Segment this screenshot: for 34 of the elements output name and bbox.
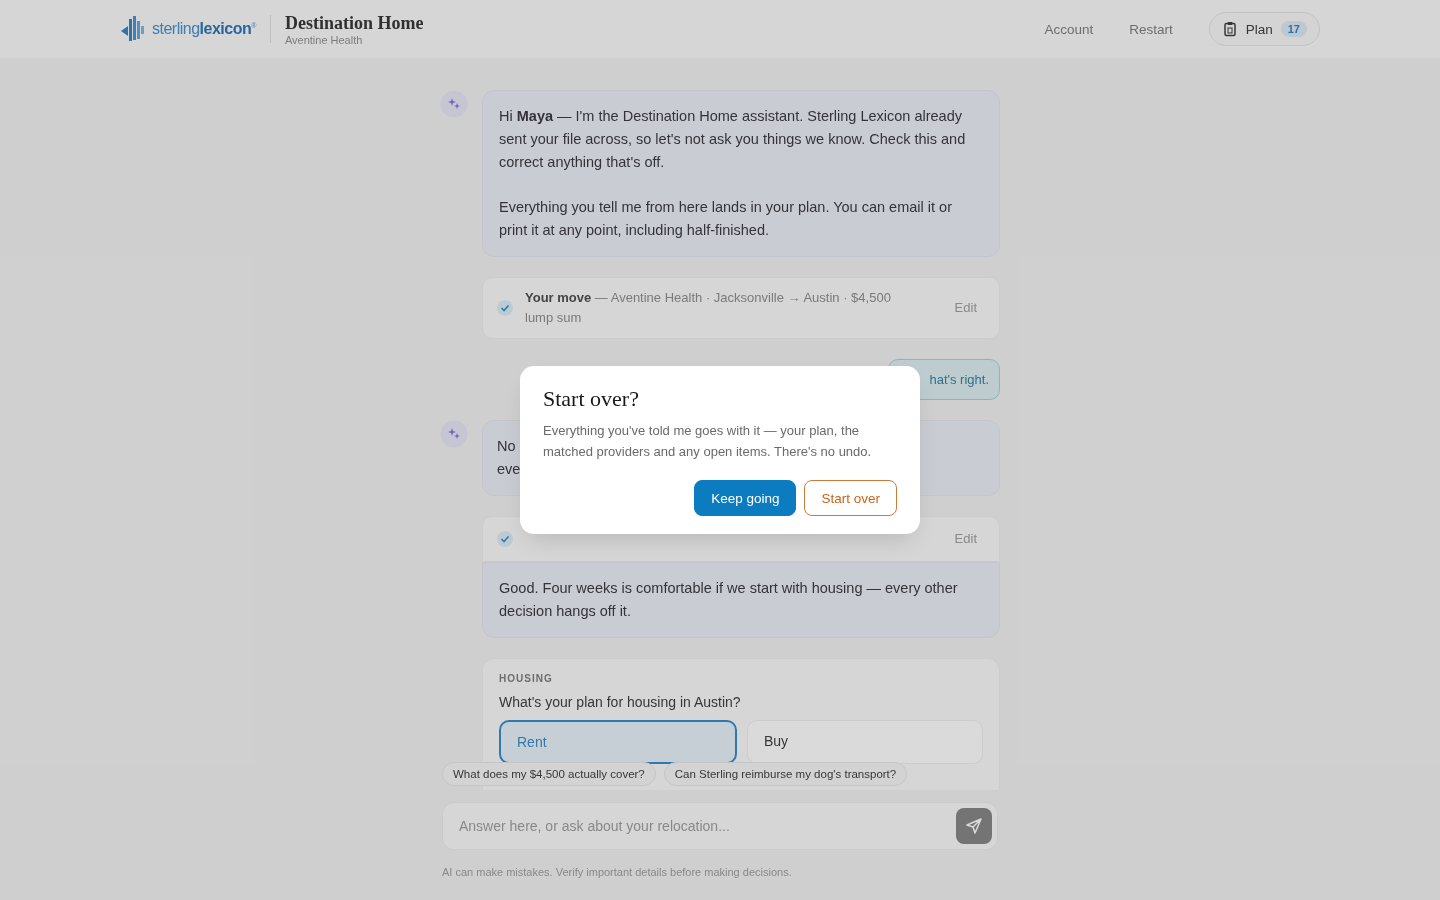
disclaimer-text: AI can make mistakes. Verify important details before making decisions. [442,866,793,878]
send-icon [965,817,983,835]
suggestion-chip[interactable]: Can Sterling reimburse my dog's transport? [663,762,908,786]
brand-logo: sterlinglexicon$^{®}$ [152,20,256,38]
start-over-button[interactable]: Start over [804,480,897,516]
clipboard-icon [1221,21,1238,37]
nav-link[interactable]: Account [1044,21,1094,37]
assistant-avatar-icon [440,420,468,448]
message-text: Everything you tell me from here lands in your plan. You can email it or print it at any point, including half-finished. [499,198,953,240]
dialog-text: Everything you've told me goes with it — your plan, the matched providers and any open items. There's no undo. [543,422,873,461]
suggestion-chip[interactable]: What does my $4,500 actually cover? [442,762,656,786]
app-title: Destination Home [284,12,424,34]
message-field[interactable]: Answer here, or ask about your relocation... [442,802,998,850]
message-input[interactable]: Answer here, or ask about your relocation... [457,817,956,835]
question-text: What's your plan for housing in Austin? [499,694,742,710]
edit-link[interactable]: Edit [954,298,977,318]
option-card[interactable]: Buy [747,720,983,764]
dialog-title: Start over? [543,386,640,412]
section-label: HOUSING [499,673,554,684]
message-text: hat's right. [929,372,989,387]
count-badge: 17 [1280,21,1307,37]
app-subtitle: Aventine Health [284,33,364,46]
message-text: eve [497,460,521,479]
confirmation-text: Your move — Aventine Health · Jacksonville → Austin · $4,500 lump sum [525,289,892,327]
message-text: No [497,437,516,456]
plan-button[interactable]: Plan 17 [1208,12,1320,46]
keep-going-button[interactable]: Keep going [694,480,797,516]
assistant-avatar-icon [440,90,468,118]
option-card[interactable]: Rent [499,720,737,764]
nav-link[interactable]: Restart [1129,21,1173,37]
message-text: Hi Maya — I'm the Destination Home assistant. Sterling Lexicon already sent your file across, so let's not ask you things we know. Check this and correct anything that's off. [499,107,967,172]
edit-link[interactable]: Edit [954,529,977,549]
send-button[interactable] [956,808,992,844]
message-text: Good. Four weeks is comfortable if we start with housing — every other decision hangs off it. [499,579,959,621]
